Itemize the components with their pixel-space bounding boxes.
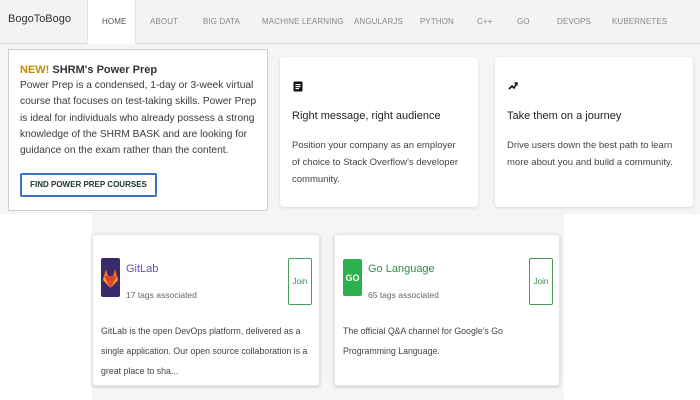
feature-title: Right message, right audience	[292, 110, 441, 122]
new-badge: NEW!	[20, 64, 50, 76]
svg-text:GO: GO	[345, 273, 359, 283]
community-name[interactable]: Go Language	[368, 263, 435, 275]
community-tag-count: 17 tags associated	[126, 290, 197, 300]
go-icon: GO	[343, 259, 362, 296]
community-card-gitlab[interactable]: GitLab 17 tags associated Join GitLab is…	[92, 234, 320, 386]
shrm-title: NEW! SHRM's Power Prep	[20, 64, 267, 76]
community-description: GitLab is the open DevOps platform, deli…	[101, 326, 308, 376]
join-button[interactable]: Join	[529, 258, 553, 305]
feature-title: Take them on a journey	[507, 110, 622, 122]
shrm-title-text: SHRM's Power Prep	[52, 64, 158, 76]
feature-card-journey: Take them on a journey Drive users down …	[495, 57, 693, 207]
nav-kubernetes[interactable]: KUBERNETES	[612, 0, 667, 44]
nav-home[interactable]: HOME	[87, 0, 136, 44]
nav-machine-learning[interactable]: MACHINE LEARNING	[262, 0, 344, 44]
community-tag-count: 65 tags associated	[368, 290, 439, 300]
top-nav: BogoToBogo HOME ABOUT BIG DATA MACHINE L…	[0, 0, 700, 44]
nav-angularjs[interactable]: ANGULARJS	[354, 0, 403, 44]
brand-logo[interactable]: BogoToBogo	[8, 13, 71, 25]
find-power-prep-courses-button[interactable]: FIND POWER PREP COURSES	[20, 173, 157, 197]
nav-about[interactable]: ABOUT	[150, 0, 178, 44]
feature-description: Drive users down the best path to learn …	[507, 140, 673, 168]
trend-icon	[508, 81, 518, 94]
shrm-promo-card: NEW! SHRM's Power Prep Power Prep is a c…	[8, 49, 268, 211]
stack-overflow-icon	[293, 81, 303, 95]
shrm-description: Power Prep is a condensed, 1-day or 3-we…	[20, 80, 257, 157]
nav-go[interactable]: GO	[517, 0, 530, 44]
gitlab-icon	[101, 258, 120, 297]
community-card-go-language[interactable]: GO Go Language 65 tags associated Join T…	[334, 234, 560, 386]
nav-big-data[interactable]: BIG DATA	[203, 0, 240, 44]
feature-description: Position your company as an employer of …	[292, 140, 459, 185]
join-button[interactable]: Join	[288, 258, 312, 305]
community-name[interactable]: GitLab	[126, 263, 158, 275]
feature-card-right-message: Right message, right audience Position y…	[280, 57, 478, 207]
community-description: The official Q&A channel for Google's Go…	[343, 326, 503, 356]
nav-cpp[interactable]: C++	[477, 0, 492, 44]
nav-devops[interactable]: DEVOPS	[557, 0, 591, 44]
nav-python[interactable]: PYTHON	[420, 0, 454, 44]
